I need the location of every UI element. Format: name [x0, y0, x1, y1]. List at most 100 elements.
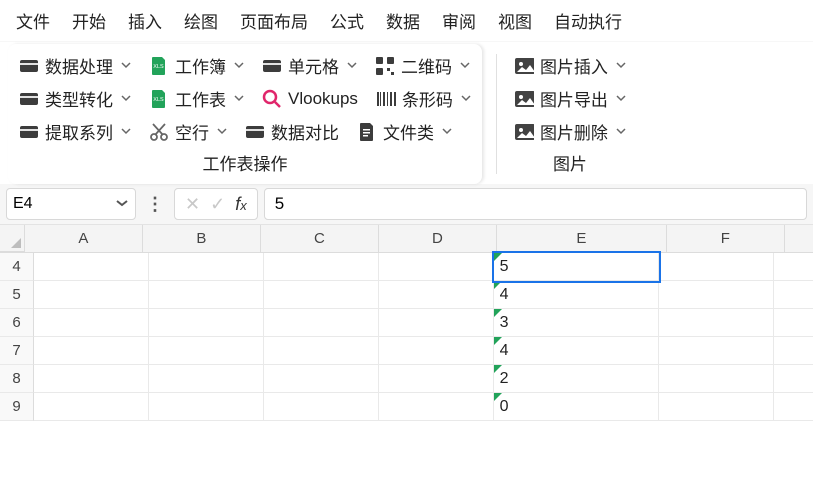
menu-review[interactable]: 审阅: [438, 6, 480, 35]
blank-row-button[interactable]: 空行: [145, 117, 231, 146]
row-header-6[interactable]: 6: [0, 309, 34, 337]
cell-A4[interactable]: [34, 253, 149, 281]
cell-E7[interactable]: 4: [494, 337, 659, 365]
chevron-down-icon: [614, 59, 626, 73]
data-compare-button[interactable]: 数据对比: [241, 117, 343, 146]
pic-export-button[interactable]: 图片导出: [510, 84, 630, 113]
cell-F9[interactable]: [659, 393, 774, 421]
file-class-button[interactable]: 文件类: [353, 117, 456, 146]
menu-file[interactable]: 文件: [12, 6, 54, 35]
workbook-label: 工作簿: [175, 53, 226, 78]
column-header-row: ABCDEF: [0, 225, 813, 253]
barcode-label: 条形码: [402, 86, 453, 111]
cell-A6[interactable]: [34, 309, 149, 337]
menu-insert[interactable]: 插入: [124, 6, 166, 35]
column-header-E[interactable]: E: [497, 225, 667, 252]
svg-text:XLS: XLS: [153, 97, 164, 103]
chevron-down-icon: [459, 92, 471, 106]
menu-home[interactable]: 开始: [68, 6, 110, 35]
spreadsheet-grid: ABCDEF 455463748290: [0, 224, 813, 421]
cell-B6[interactable]: [149, 309, 264, 337]
column-header-A[interactable]: A: [25, 225, 143, 252]
column-header-D[interactable]: D: [379, 225, 497, 252]
cell-A8[interactable]: [34, 365, 149, 393]
cell-F4[interactable]: [659, 253, 774, 281]
column-header-F[interactable]: F: [667, 225, 785, 252]
formula-input[interactable]: [264, 188, 807, 220]
cell-A5[interactable]: [34, 281, 149, 309]
vlookup-button[interactable]: Vlookups: [258, 87, 362, 111]
row-header-8[interactable]: 8: [0, 365, 34, 393]
pic-insert-button[interactable]: 图片插入: [510, 51, 630, 80]
cell-D8[interactable]: [379, 365, 494, 393]
row-header-4[interactable]: 4: [0, 253, 34, 281]
cell-B7[interactable]: [149, 337, 264, 365]
cell-A7[interactable]: [34, 337, 149, 365]
data-proc-icon: [19, 57, 39, 75]
row-header-5[interactable]: 5: [0, 281, 34, 309]
cell-E4[interactable]: 5: [494, 253, 659, 281]
column-header-C[interactable]: C: [261, 225, 379, 252]
column-header-end: [785, 225, 813, 252]
cell-C6[interactable]: [264, 309, 379, 337]
chevron-down-icon: [232, 59, 244, 73]
pic-delete-icon: [514, 123, 534, 141]
type-conv-button[interactable]: 类型转化: [15, 84, 135, 113]
cell-D4[interactable]: [379, 253, 494, 281]
cancel-edit-icon[interactable]: ✕: [185, 194, 200, 215]
cell-E9[interactable]: 0: [494, 393, 659, 421]
cell-B4[interactable]: [149, 253, 264, 281]
menu-layout[interactable]: 页面布局: [236, 6, 312, 35]
file-class-icon: [357, 123, 377, 141]
name-box-dropdown-icon[interactable]: [113, 196, 129, 213]
cell-F8[interactable]: [659, 365, 774, 393]
data-proc-button[interactable]: 数据处理: [15, 51, 135, 80]
row-header-7[interactable]: 7: [0, 337, 34, 365]
cell-C8[interactable]: [264, 365, 379, 393]
cell-E5[interactable]: 4: [494, 281, 659, 309]
cell-F5[interactable]: [659, 281, 774, 309]
text-number-marker-icon: [494, 393, 502, 401]
fx-icon[interactable]: fx: [235, 194, 247, 215]
qrcode-button[interactable]: 二维码: [371, 51, 474, 80]
name-box[interactable]: [6, 188, 136, 220]
menu-draw[interactable]: 绘图: [180, 6, 222, 35]
cell-C5[interactable]: [264, 281, 379, 309]
row-header-9[interactable]: 9: [0, 393, 34, 421]
cell-E8[interactable]: 2: [494, 365, 659, 393]
cell-B5[interactable]: [149, 281, 264, 309]
cell-C7[interactable]: [264, 337, 379, 365]
select-all-corner[interactable]: [0, 225, 25, 252]
cell-D9[interactable]: [379, 393, 494, 421]
cell-D6[interactable]: [379, 309, 494, 337]
menu-formula[interactable]: 公式: [326, 6, 368, 35]
cell-E6[interactable]: 3: [494, 309, 659, 337]
menu-data[interactable]: 数据: [382, 6, 424, 35]
cell-D5[interactable]: [379, 281, 494, 309]
cell-B9[interactable]: [149, 393, 264, 421]
name-box-input[interactable]: [13, 195, 93, 213]
barcode-button[interactable]: 条形码: [372, 84, 475, 113]
pic-delete-button[interactable]: 图片删除: [510, 117, 630, 146]
cell-button[interactable]: 单元格: [258, 51, 361, 80]
pic-delete-label: 图片删除: [540, 119, 608, 144]
workbook-button[interactable]: XLS 工作簿: [145, 51, 248, 80]
data-compare-icon: [245, 123, 265, 141]
confirm-edit-icon[interactable]: ✓: [210, 194, 225, 215]
worksheet-button[interactable]: XLS 工作表: [145, 84, 248, 113]
cell-A9[interactable]: [34, 393, 149, 421]
column-header-B[interactable]: B: [143, 225, 261, 252]
text-number-marker-icon: [494, 309, 502, 317]
menu-view[interactable]: 视图: [494, 6, 536, 35]
cell-F6[interactable]: [659, 309, 774, 337]
cell-C9[interactable]: [264, 393, 379, 421]
menu-auto[interactable]: 自动执行: [550, 6, 626, 35]
type-conv-label: 类型转化: [45, 86, 113, 111]
extract-series-button[interactable]: 提取系列: [15, 117, 135, 146]
chevron-down-icon: [215, 125, 227, 139]
fx-collapse-icon[interactable]: ⋮: [142, 194, 168, 215]
cell-D7[interactable]: [379, 337, 494, 365]
cell-B8[interactable]: [149, 365, 264, 393]
cell-F7[interactable]: [659, 337, 774, 365]
cell-C4[interactable]: [264, 253, 379, 281]
